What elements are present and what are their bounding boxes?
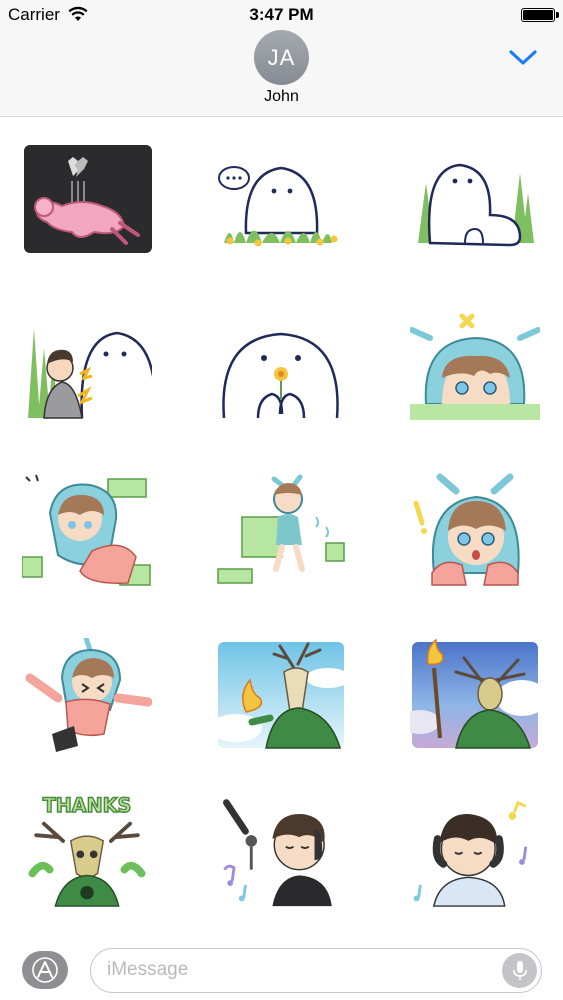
imessage-input[interactable] <box>107 957 487 983</box>
microphone-icon <box>512 960 527 980</box>
sticker-boy-headphones-mic[interactable] <box>216 793 346 908</box>
sticker-deer-skull-flame[interactable] <box>216 638 346 753</box>
thanks-text: THANKS <box>43 794 132 817</box>
app-store-icon <box>32 957 58 983</box>
sticker-girl-jumping-blocks[interactable] <box>216 473 346 588</box>
conversation-header: JA John <box>0 30 563 117</box>
sticker-ghost-sitting[interactable] <box>410 143 540 258</box>
sticker-girl-surprised[interactable] <box>410 473 540 588</box>
battery-icon <box>521 8 559 22</box>
message-bar <box>0 940 563 1000</box>
microphone-button[interactable] <box>502 953 537 988</box>
sticker-hooded-girl-peeking[interactable] <box>410 308 540 423</box>
sticker-boy-scared-ghost[interactable] <box>22 308 152 423</box>
sticker-ghost-flower[interactable] <box>216 308 346 423</box>
sticker-girl-falling[interactable] <box>22 638 152 753</box>
chevron-down-icon[interactable] <box>508 47 538 67</box>
sticker-girl-blocks[interactable] <box>22 473 152 588</box>
app-store-button[interactable] <box>22 951 68 989</box>
sticker-thanks-deer[interactable]: THANKS <box>22 793 152 908</box>
sticker-boy-headphones-music[interactable] <box>410 793 540 908</box>
contact-name[interactable]: John <box>0 88 563 106</box>
sticker-ghost-speech[interactable] <box>216 143 346 258</box>
sticker-heartbroken-girl[interactable] <box>22 143 152 258</box>
clock: 3:47 PM <box>249 5 314 24</box>
message-field[interactable] <box>90 948 542 993</box>
status-bar: Carrier 3:47 PM <box>0 0 563 30</box>
avatar-initials: JA <box>267 44 296 70</box>
sticker-grid: THANKS <box>0 118 563 938</box>
contact-avatar[interactable]: JA <box>254 30 309 85</box>
sticker-deer-torch[interactable] <box>410 638 540 753</box>
